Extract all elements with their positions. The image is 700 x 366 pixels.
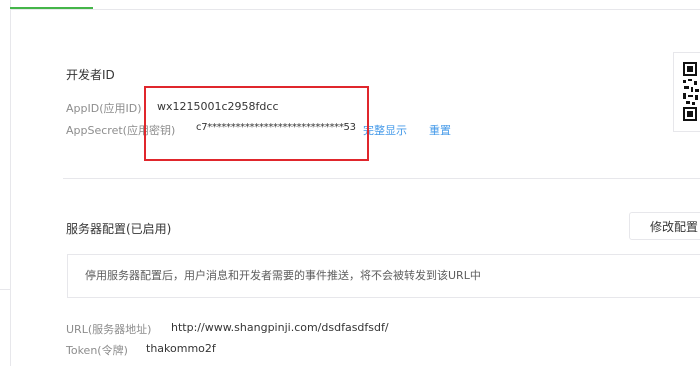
tab-bar-border xyxy=(10,9,700,10)
sidebar-divider xyxy=(0,289,10,290)
modify-config-button[interactable]: 修改配置 xyxy=(629,212,700,240)
server-config-title: 服务器配置(已启用) xyxy=(66,222,172,236)
reset-secret-link[interactable]: 重置 xyxy=(429,122,451,138)
token-value: thakommo2f xyxy=(146,342,216,355)
url-value: http://www.shangpinji.com/dsdfasdfsdf/ xyxy=(171,321,389,334)
url-label: URL(服务器地址) xyxy=(66,323,152,336)
appid-label: AppID(应用ID) xyxy=(66,102,142,115)
highlight-box xyxy=(144,86,369,161)
show-full-secret-link[interactable]: 完整显示 xyxy=(363,122,407,138)
developer-id-title: 开发者ID xyxy=(66,68,115,82)
left-sidebar xyxy=(0,0,11,366)
server-config-notice: 停用服务器配置后，用户消息和开发者需要的事件推送，将不会被转发到该URL中 xyxy=(67,254,700,298)
section-divider xyxy=(63,178,700,179)
token-label: Token(令牌) xyxy=(66,344,128,357)
qr-code-icon xyxy=(673,52,700,132)
